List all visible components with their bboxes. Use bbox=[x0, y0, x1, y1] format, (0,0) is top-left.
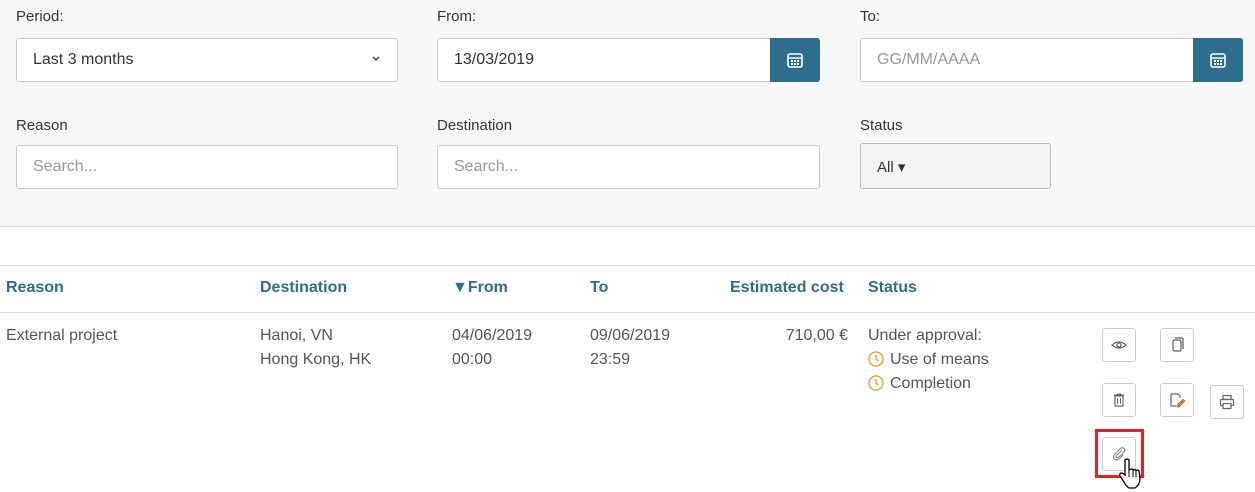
reason-label: Reason bbox=[16, 117, 68, 134]
row-destination-line1: Hanoi, VN bbox=[260, 327, 333, 344]
from-calendar-button[interactable] bbox=[770, 38, 820, 82]
eye-icon bbox=[1111, 341, 1127, 349]
status-dropdown[interactable]: All ▾ bbox=[860, 143, 1051, 189]
print-icon bbox=[1219, 394, 1235, 410]
row-from: 04/06/2019 00:00 bbox=[452, 324, 532, 372]
row-status-title: Under approval: bbox=[868, 327, 982, 344]
trash-icon bbox=[1114, 393, 1124, 407]
status-dropdown-value: All ▾ bbox=[877, 159, 906, 176]
row-from-time: 00:00 bbox=[452, 351, 493, 368]
to-date-placeholder: GG/MM/AAAA bbox=[877, 51, 981, 68]
column-header-reason[interactable]: Reason bbox=[6, 279, 64, 297]
row-reason: External project bbox=[6, 327, 118, 344]
column-header-to[interactable]: To bbox=[590, 279, 608, 297]
row-estimated-cost: 710,00 € bbox=[785, 327, 848, 344]
table-top-border bbox=[0, 265, 1255, 266]
reason-search-placeholder: Search... bbox=[33, 158, 98, 175]
row-to-time: 23:59 bbox=[590, 351, 631, 368]
row-destination: Hanoi, VN Hong Kong, HK bbox=[260, 324, 371, 372]
chevron-down-icon bbox=[372, 56, 380, 62]
column-header-estimated-cost[interactable]: Estimated cost bbox=[730, 279, 844, 297]
period-label: Period: bbox=[16, 8, 64, 25]
row-destination-line2: Hong Kong, HK bbox=[260, 351, 372, 368]
status-step-completion: Completion bbox=[868, 372, 989, 396]
clock-icon bbox=[868, 351, 884, 367]
row-to: 09/06/2019 23:59 bbox=[590, 324, 670, 372]
to-date-field[interactable]: GG/MM/AAAA bbox=[860, 38, 1243, 82]
clock-icon bbox=[868, 375, 884, 391]
period-select[interactable]: Last 3 months bbox=[16, 38, 398, 82]
status-step-use-of-means: Use of means bbox=[868, 348, 989, 372]
row-from-date: 04/06/2019 bbox=[452, 327, 533, 344]
copy-icon bbox=[1172, 337, 1184, 352]
from-date-value: 13/03/2019 bbox=[454, 51, 535, 68]
calendar-icon bbox=[1210, 53, 1226, 68]
column-header-from[interactable]: ▼From bbox=[452, 279, 508, 297]
reason-search-input[interactable]: Search... bbox=[16, 145, 398, 189]
status-step-label: Use of means bbox=[890, 351, 989, 368]
period-value: Last 3 months bbox=[33, 51, 134, 68]
edit-button[interactable] bbox=[1160, 383, 1194, 417]
destination-search-placeholder: Search... bbox=[454, 158, 519, 175]
status-label: Status bbox=[860, 117, 903, 134]
delete-button[interactable] bbox=[1102, 383, 1136, 417]
print-button[interactable] bbox=[1210, 385, 1244, 419]
row-to-date: 09/06/2019 bbox=[590, 327, 671, 344]
row-status: Under approval: Use of means Completion bbox=[868, 324, 989, 396]
column-header-status[interactable]: Status bbox=[868, 279, 917, 297]
hand-cursor-icon bbox=[1119, 458, 1141, 489]
filter-panel: Period: Last 3 months From: 13/03/2019 T… bbox=[0, 0, 1255, 226]
destination-label: Destination bbox=[437, 117, 513, 134]
header-divider bbox=[0, 312, 1255, 313]
calendar-icon bbox=[787, 53, 803, 68]
destination-search-input[interactable]: Search... bbox=[437, 145, 820, 189]
column-header-destination[interactable]: Destination bbox=[260, 279, 347, 297]
status-step-label: Completion bbox=[890, 375, 971, 392]
duplicate-button[interactable] bbox=[1160, 328, 1194, 362]
from-label: From: bbox=[437, 8, 477, 25]
to-calendar-button[interactable] bbox=[1193, 38, 1243, 82]
from-date-field[interactable]: 13/03/2019 bbox=[437, 38, 820, 82]
edit-icon bbox=[1170, 393, 1186, 408]
view-button[interactable] bbox=[1102, 328, 1136, 362]
to-label: To: bbox=[860, 8, 881, 25]
